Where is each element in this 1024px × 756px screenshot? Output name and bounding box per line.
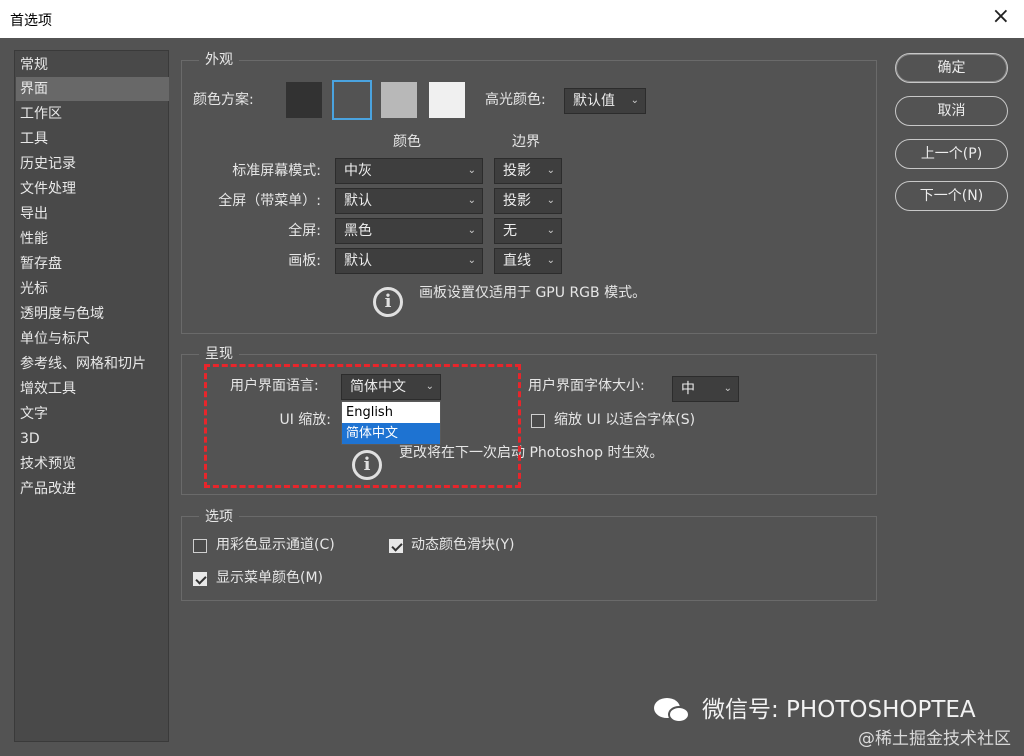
- column-header-color: 颜色: [393, 134, 421, 150]
- scale-ui-to-font-label: 缩放 UI 以适合字体(S): [554, 412, 696, 428]
- ui-language-value: 简体中文: [350, 379, 406, 395]
- chevron-down-icon: ⌄: [546, 225, 555, 236]
- sidebar-item-cursors[interactable]: 光标: [16, 277, 169, 301]
- preferences-sidebar: 常规 界面 工作区 工具 历史记录 文件处理 导出 性能 暂存盘 光标 透明度与…: [14, 50, 169, 742]
- sidebar-item-history[interactable]: 历史记录: [16, 152, 169, 176]
- close-icon[interactable]: ×: [992, 6, 1010, 28]
- title-bar: 首选项 ×: [0, 0, 1024, 38]
- chevron-down-icon: ⌄: [546, 195, 555, 206]
- sidebar-item-product-improvement[interactable]: 产品改进: [16, 477, 169, 501]
- cancel-button[interactable]: 取消: [895, 96, 1008, 126]
- ui-scale-label: UI 缩放:: [279, 412, 331, 428]
- show-menu-colors-checkbox[interactable]: [193, 572, 207, 586]
- ui-language-options-list: English 简体中文: [341, 401, 441, 445]
- ui-language-label: 用户界面语言:: [230, 378, 319, 394]
- sidebar-item-workspace[interactable]: 工作区: [16, 102, 169, 126]
- info-icon: i: [352, 450, 382, 480]
- dynamic-color-sliders-label: 动态颜色滑块(Y): [411, 537, 515, 553]
- color-scheme-swatch-lightest[interactable]: [429, 82, 465, 118]
- artboard-label: 画板:: [288, 253, 321, 269]
- full-screen-color-value: 黑色: [344, 223, 372, 239]
- color-scheme-swatch-dark[interactable]: [332, 80, 372, 120]
- ok-button[interactable]: 确定: [895, 53, 1008, 83]
- restart-note: 更改将在下一次启动 Photoshop 时生效。: [399, 445, 664, 461]
- sidebar-item-3d[interactable]: 3D: [16, 427, 169, 451]
- sidebar-item-type[interactable]: 文字: [16, 402, 169, 426]
- channels-in-color-checkbox[interactable]: [193, 539, 207, 553]
- artboard-note: 画板设置仅适用于 GPU RGB 模式。: [419, 285, 647, 301]
- info-icon: i: [373, 287, 403, 317]
- artboard-border-dropdown[interactable]: 直线 ⌄: [494, 248, 562, 274]
- sidebar-item-tools[interactable]: 工具: [16, 127, 169, 151]
- full-screen-with-menus-color-value: 默认: [344, 193, 372, 209]
- chevron-down-icon: ⌄: [467, 195, 476, 206]
- column-header-border: 边界: [512, 134, 540, 150]
- highlight-color-label: 高光颜色:: [485, 92, 546, 108]
- color-scheme-swatch-light[interactable]: [381, 82, 417, 118]
- sidebar-item-units-rulers[interactable]: 单位与标尺: [16, 327, 169, 351]
- chevron-down-icon: ⌄: [425, 381, 434, 392]
- appearance-legend: 外观: [199, 51, 239, 69]
- color-scheme-label: 颜色方案:: [193, 92, 254, 108]
- chevron-down-icon: ⌄: [546, 255, 555, 266]
- window-title: 首选项: [10, 13, 52, 29]
- sidebar-item-guides-grid[interactable]: 参考线、网格和切片: [16, 352, 169, 376]
- artboard-color-dropdown[interactable]: 默认 ⌄: [335, 248, 483, 274]
- highlight-color-value: 默认值: [573, 93, 615, 109]
- next-button[interactable]: 下一个(N): [895, 181, 1008, 211]
- sidebar-item-tech-previews[interactable]: 技术预览: [16, 452, 169, 476]
- full-screen-border-dropdown[interactable]: 无 ⌄: [494, 218, 562, 244]
- sidebar-item-scratch-disks[interactable]: 暂存盘: [16, 252, 169, 276]
- dynamic-color-sliders-checkbox[interactable]: [389, 539, 403, 553]
- chevron-down-icon: ⌄: [467, 225, 476, 236]
- credit-text: @稀土掘金技术社区: [858, 729, 1011, 749]
- standard-screen-mode-border-value: 投影: [503, 163, 531, 179]
- wechat-icon: [652, 696, 696, 726]
- full-screen-label: 全屏:: [288, 223, 321, 239]
- watermark: 微信号: PHOTOSHOPTEA: [652, 692, 976, 728]
- sidebar-item-plugins[interactable]: 增效工具: [16, 377, 169, 401]
- ui-language-option-simplified-chinese[interactable]: 简体中文: [342, 423, 440, 444]
- color-scheme-swatch-darkest[interactable]: [286, 82, 322, 118]
- sidebar-item-performance[interactable]: 性能: [16, 227, 169, 251]
- ui-language-dropdown[interactable]: 简体中文 ⌄: [341, 374, 441, 400]
- chevron-down-icon: ⌄: [467, 255, 476, 266]
- chevron-down-icon: ⌄: [546, 165, 555, 176]
- artboard-color-value: 默认: [344, 253, 372, 269]
- sidebar-item-export[interactable]: 导出: [16, 202, 169, 226]
- artboard-border-value: 直线: [503, 253, 531, 269]
- full-screen-color-dropdown[interactable]: 黑色 ⌄: [335, 218, 483, 244]
- sidebar-item-interface[interactable]: 界面: [16, 77, 169, 101]
- highlight-color-dropdown[interactable]: 默认值 ⌄: [564, 88, 646, 114]
- standard-screen-mode-label: 标准屏幕模式:: [232, 163, 321, 179]
- channels-in-color-label: 用彩色显示通道(C): [216, 537, 335, 553]
- ui-font-size-label: 用户界面字体大小:: [528, 378, 645, 394]
- chevron-down-icon: ⌄: [723, 383, 732, 394]
- previous-button[interactable]: 上一个(P): [895, 139, 1008, 169]
- sidebar-item-transparency[interactable]: 透明度与色域: [16, 302, 169, 326]
- standard-screen-mode-color-value: 中灰: [344, 163, 372, 179]
- options-legend: 选项: [199, 508, 239, 526]
- ui-language-option-english[interactable]: English: [342, 402, 440, 423]
- sidebar-item-file-handling[interactable]: 文件处理: [16, 177, 169, 201]
- watermark-text: 微信号: PHOTOSHOPTEA: [702, 697, 976, 723]
- full-screen-with-menus-border-dropdown[interactable]: 投影 ⌄: [494, 188, 562, 214]
- chevron-down-icon: ⌄: [467, 165, 476, 176]
- options-panel: [181, 516, 877, 601]
- standard-screen-mode-border-dropdown[interactable]: 投影 ⌄: [494, 158, 562, 184]
- full-screen-with-menus-label: 全屏（带菜单）:: [218, 193, 321, 209]
- sidebar-item-general[interactable]: 常规: [16, 53, 169, 77]
- ui-font-size-dropdown[interactable]: 中 ⌄: [672, 376, 739, 402]
- scale-ui-to-font-checkbox[interactable]: [531, 414, 545, 428]
- full-screen-border-value: 无: [503, 223, 517, 239]
- show-menu-colors-label: 显示菜单颜色(M): [216, 570, 324, 586]
- full-screen-with-menus-border-value: 投影: [503, 193, 531, 209]
- standard-screen-mode-color-dropdown[interactable]: 中灰 ⌄: [335, 158, 483, 184]
- chevron-down-icon: ⌄: [630, 95, 639, 106]
- ui-font-size-value: 中: [681, 381, 695, 397]
- full-screen-with-menus-color-dropdown[interactable]: 默认 ⌄: [335, 188, 483, 214]
- presentation-legend: 呈现: [199, 345, 239, 363]
